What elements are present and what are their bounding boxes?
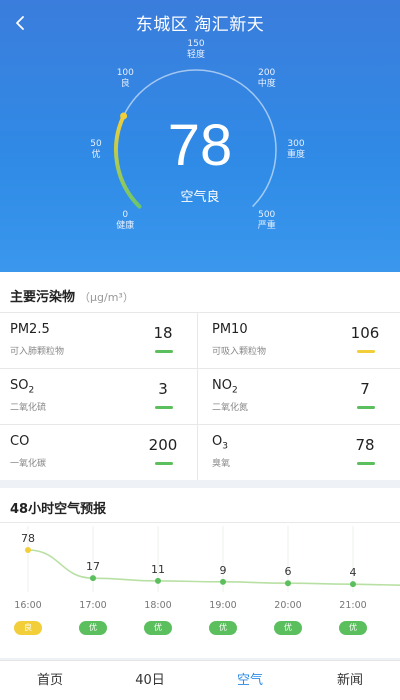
- aqi-level: 空气良: [180, 190, 220, 205]
- pollutant-desc: 二氧化硫: [10, 403, 47, 413]
- forecast-time-label: 19:00: [209, 600, 237, 611]
- nav-item-40day[interactable]: 40日: [100, 661, 200, 700]
- forecast-time-label: 17:00: [79, 600, 107, 611]
- gauge-tick-label: 150 轻度: [176, 39, 216, 61]
- aqi-value: 78: [167, 113, 233, 178]
- nav-item-news[interactable]: 新闻: [300, 661, 400, 700]
- forecast-value-label: 9: [220, 564, 227, 577]
- pollutant-name: O3: [212, 434, 228, 452]
- pollutants-card: 主要污染物 （μg/m³） PM2.5 可入肺颗粒物 18 PM10 可吸入颗粒物 106 S…: [0, 272, 400, 480]
- pollutants-title-text: 主要污染物: [10, 290, 76, 305]
- forecast-value-label: 6: [285, 565, 292, 578]
- forecast-level-badge: 优: [274, 621, 302, 635]
- pollutant-cell[interactable]: PM2.5 可入肺颗粒物 18: [0, 312, 195, 368]
- gauge-tick-label: 500 严重: [247, 210, 287, 232]
- pollutant-level-bar: [155, 462, 173, 465]
- forecast-point[interactable]: [155, 577, 161, 584]
- aqi-header: 东城区 淘汇新天 0 健康 50 优 100 良 150 轻度 200 中度 300 重度 500 严重 …: [0, 0, 400, 272]
- forecast-point[interactable]: [90, 575, 96, 582]
- forecast-level-badge: 优: [79, 621, 107, 635]
- gauge-tick-value: 500: [258, 209, 276, 220]
- forecast-value-label: 17: [86, 560, 100, 573]
- pollutants-unit: （μg/m³）: [79, 291, 134, 304]
- forecast-time-label: 18:00: [144, 600, 172, 611]
- pollutant-level-bar: [155, 406, 173, 409]
- forecast-value-label: 4: [350, 566, 357, 579]
- forecast-time-label: 21:00: [339, 600, 367, 611]
- bottom-nav: 首页 40日 空气 新闻: [0, 660, 400, 700]
- gauge-tick-text: 健康: [116, 220, 135, 231]
- gauge-tick-value: 200: [258, 68, 276, 79]
- pollutant-value: 3: [158, 380, 168, 398]
- pollutants-title: 主要污染物 （μg/m³）: [10, 286, 134, 305]
- gauge-tick-label: 0 健康: [105, 210, 145, 232]
- gauge-tick-value: 0: [122, 209, 129, 220]
- forecast-level-badge: 优: [209, 621, 237, 635]
- pollutant-desc: 可吸入颗粒物: [212, 347, 267, 357]
- pollutant-name: CO: [10, 434, 30, 449]
- pollutant-name: SO2: [10, 378, 35, 396]
- pollutant-cell[interactable]: NO2 二氧化氮 7: [202, 368, 397, 424]
- forecast-point[interactable]: [220, 578, 226, 585]
- gauge-tick-text: 良: [120, 79, 130, 90]
- pollutant-value: 200: [148, 436, 178, 454]
- forecast-value-label: 78: [21, 532, 35, 545]
- pollutant-level-bar: [357, 350, 375, 353]
- forecast-time-label: 16:00: [14, 600, 42, 611]
- divider: [197, 312, 198, 480]
- gauge-tick-text: 轻度: [186, 50, 205, 60]
- forecast-point[interactable]: [285, 580, 291, 587]
- pollutant-cell[interactable]: SO2 二氧化硫 3: [0, 368, 195, 424]
- pollutant-value: 18: [153, 324, 173, 342]
- pollutant-name: NO2: [212, 378, 238, 396]
- pollutant-desc: 二氧化氮: [212, 403, 249, 413]
- pollutant-cell[interactable]: CO 一氧化碳 200: [0, 424, 195, 480]
- gauge-tick-text: 中度: [257, 79, 276, 90]
- pollutant-name: PM2.5: [10, 322, 50, 337]
- forecast-line: [27, 549, 400, 586]
- pollutant-level-bar: [357, 462, 375, 465]
- forecast-value-label: 11: [151, 563, 165, 576]
- nav-item-air[interactable]: 空气: [200, 661, 300, 700]
- pollutant-desc: 臭氧: [212, 459, 231, 469]
- gauge-tick-text: 严重: [257, 220, 276, 231]
- pollutant-desc: 可入肺颗粒物: [10, 347, 65, 357]
- pollutant-cell[interactable]: PM10 可吸入颗粒物 106: [202, 312, 397, 368]
- pollutant-desc: 一氧化碳: [10, 459, 47, 469]
- pollutant-value: 106: [350, 324, 380, 342]
- forecast-level-badge: 优: [144, 621, 172, 635]
- pollutant-value: 78: [355, 436, 375, 454]
- nav-item-home[interactable]: 首页: [0, 661, 100, 700]
- forecast-level-badge: 良: [14, 621, 42, 635]
- pollutant-level-bar: [357, 406, 375, 409]
- pollutant-cell[interactable]: O3 臭氧 78: [202, 424, 397, 480]
- gauge-tick-value: 100: [116, 68, 134, 79]
- pollutant-name: PM10: [212, 322, 248, 337]
- pollutant-level-bar: [155, 350, 173, 353]
- gauge-tick-value: 150: [187, 39, 205, 49]
- gauge-tick-label: 100 良: [105, 68, 145, 90]
- forecast-time-label: 20:00: [274, 600, 302, 611]
- forecast-level-badge: 优: [339, 621, 367, 635]
- gauge-tick-label: 200 中度: [247, 68, 287, 90]
- forecast-point[interactable]: [350, 581, 356, 588]
- forecast-point[interactable]: [25, 547, 31, 553]
- forecast-card: 48小时空气预报 78 17 11 9 6 4 16:00 良 17:00 优 18:00 优 19:…: [0, 488, 400, 658]
- pollutant-value: 7: [360, 380, 370, 398]
